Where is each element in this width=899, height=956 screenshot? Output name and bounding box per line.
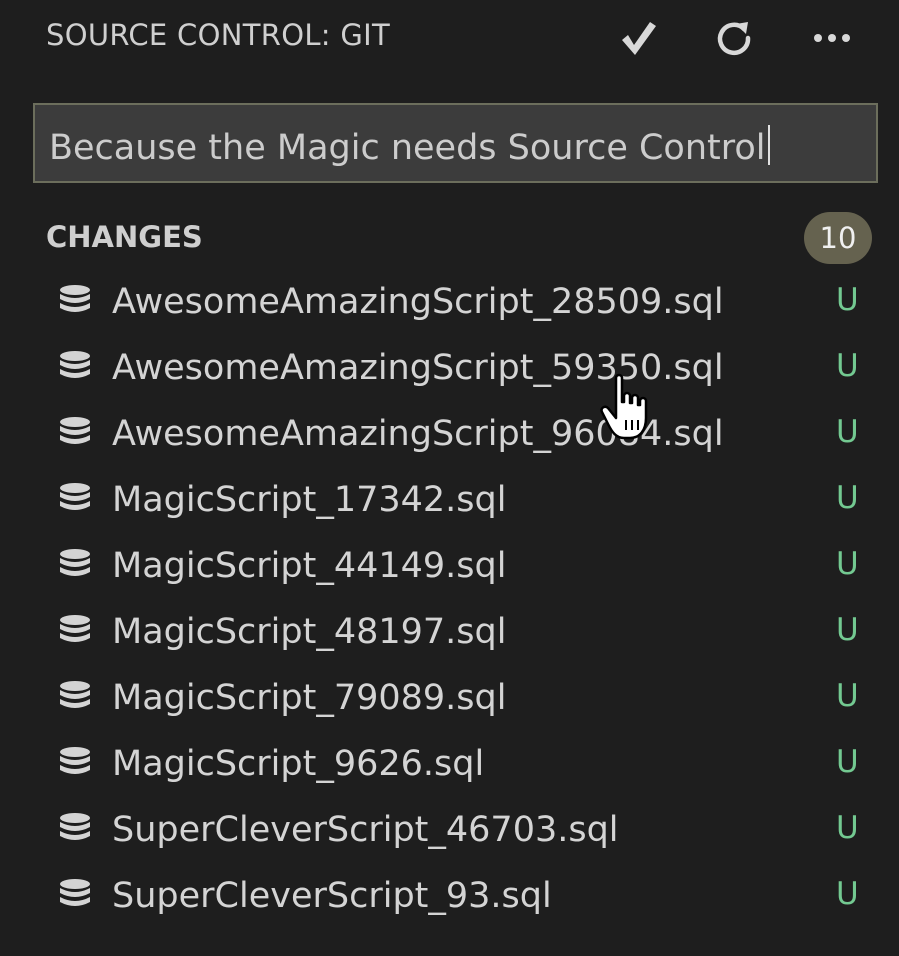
changes-section-header[interactable]: CHANGES 10 — [0, 210, 899, 266]
file-status-badge: U — [836, 414, 859, 450]
changes-file-list: AwesomeAmazingScript_28509.sql U AwesomeAm… — [0, 270, 899, 930]
text-caret — [767, 125, 770, 165]
database-icon — [60, 549, 90, 576]
file-item[interactable]: MagicScript_79089.sql U — [0, 666, 899, 732]
file-item[interactable]: AwesomeAmazingScript_59350.sql U — [0, 336, 899, 402]
file-status-badge: U — [836, 612, 859, 648]
changes-count-badge: 10 — [804, 212, 872, 264]
checkmark-icon — [622, 22, 656, 55]
commit-message-value: Because the Magic needs Source Control — [49, 128, 766, 168]
file-item[interactable]: MagicScript_48197.sql U — [0, 600, 899, 666]
file-status-badge: U — [836, 348, 859, 384]
file-name: MagicScript_9626.sql — [112, 744, 485, 784]
more-icon — [814, 34, 850, 42]
file-name: SuperCleverScript_46703.sql — [112, 810, 619, 850]
database-icon — [60, 813, 90, 840]
file-status-badge: U — [836, 282, 859, 318]
source-control-header: SOURCE CONTROL: GIT — [0, 0, 899, 80]
file-item[interactable]: AwesomeAmazingScript_28509.sql U — [0, 270, 899, 336]
more-actions-button[interactable] — [808, 14, 856, 62]
file-name: MagicScript_48197.sql — [112, 612, 507, 652]
database-icon — [60, 483, 90, 510]
file-item[interactable]: AwesomeAmazingScript_96084.sql U — [0, 402, 899, 468]
database-icon — [60, 285, 90, 312]
commit-button[interactable] — [614, 14, 662, 62]
file-item[interactable]: MagicScript_17342.sql U — [0, 468, 899, 534]
file-status-badge: U — [836, 480, 859, 516]
file-status-badge: U — [836, 546, 859, 582]
file-name: SuperCleverScript_93.sql — [112, 876, 552, 916]
database-icon — [60, 615, 90, 642]
database-icon — [60, 417, 90, 444]
file-name: AwesomeAmazingScript_96084.sql — [112, 414, 724, 454]
database-icon — [60, 747, 90, 774]
file-status-badge: U — [836, 876, 859, 912]
file-item[interactable]: MagicScript_9626.sql U — [0, 732, 899, 798]
commit-message-input[interactable]: Because the Magic needs Source Control — [33, 103, 878, 183]
file-status-badge: U — [836, 744, 859, 780]
file-item[interactable]: MagicScript_44149.sql U — [0, 534, 899, 600]
file-name: MagicScript_17342.sql — [112, 480, 507, 520]
file-status-badge: U — [836, 678, 859, 714]
file-name: MagicScript_79089.sql — [112, 678, 507, 718]
file-item[interactable]: SuperCleverScript_93.sql U — [0, 864, 899, 930]
refresh-icon — [717, 22, 751, 56]
database-icon — [60, 351, 90, 378]
file-name: AwesomeAmazingScript_59350.sql — [112, 348, 724, 388]
file-status-badge: U — [836, 810, 859, 846]
file-name: AwesomeAmazingScript_28509.sql — [112, 282, 724, 322]
database-icon — [60, 879, 90, 906]
source-control-title: SOURCE CONTROL: GIT — [46, 18, 391, 52]
file-name: MagicScript_44149.sql — [112, 546, 507, 586]
refresh-button[interactable] — [710, 14, 758, 62]
database-icon — [60, 681, 90, 708]
changes-title: CHANGES — [46, 220, 203, 254]
file-item[interactable]: SuperCleverScript_46703.sql U — [0, 798, 899, 864]
